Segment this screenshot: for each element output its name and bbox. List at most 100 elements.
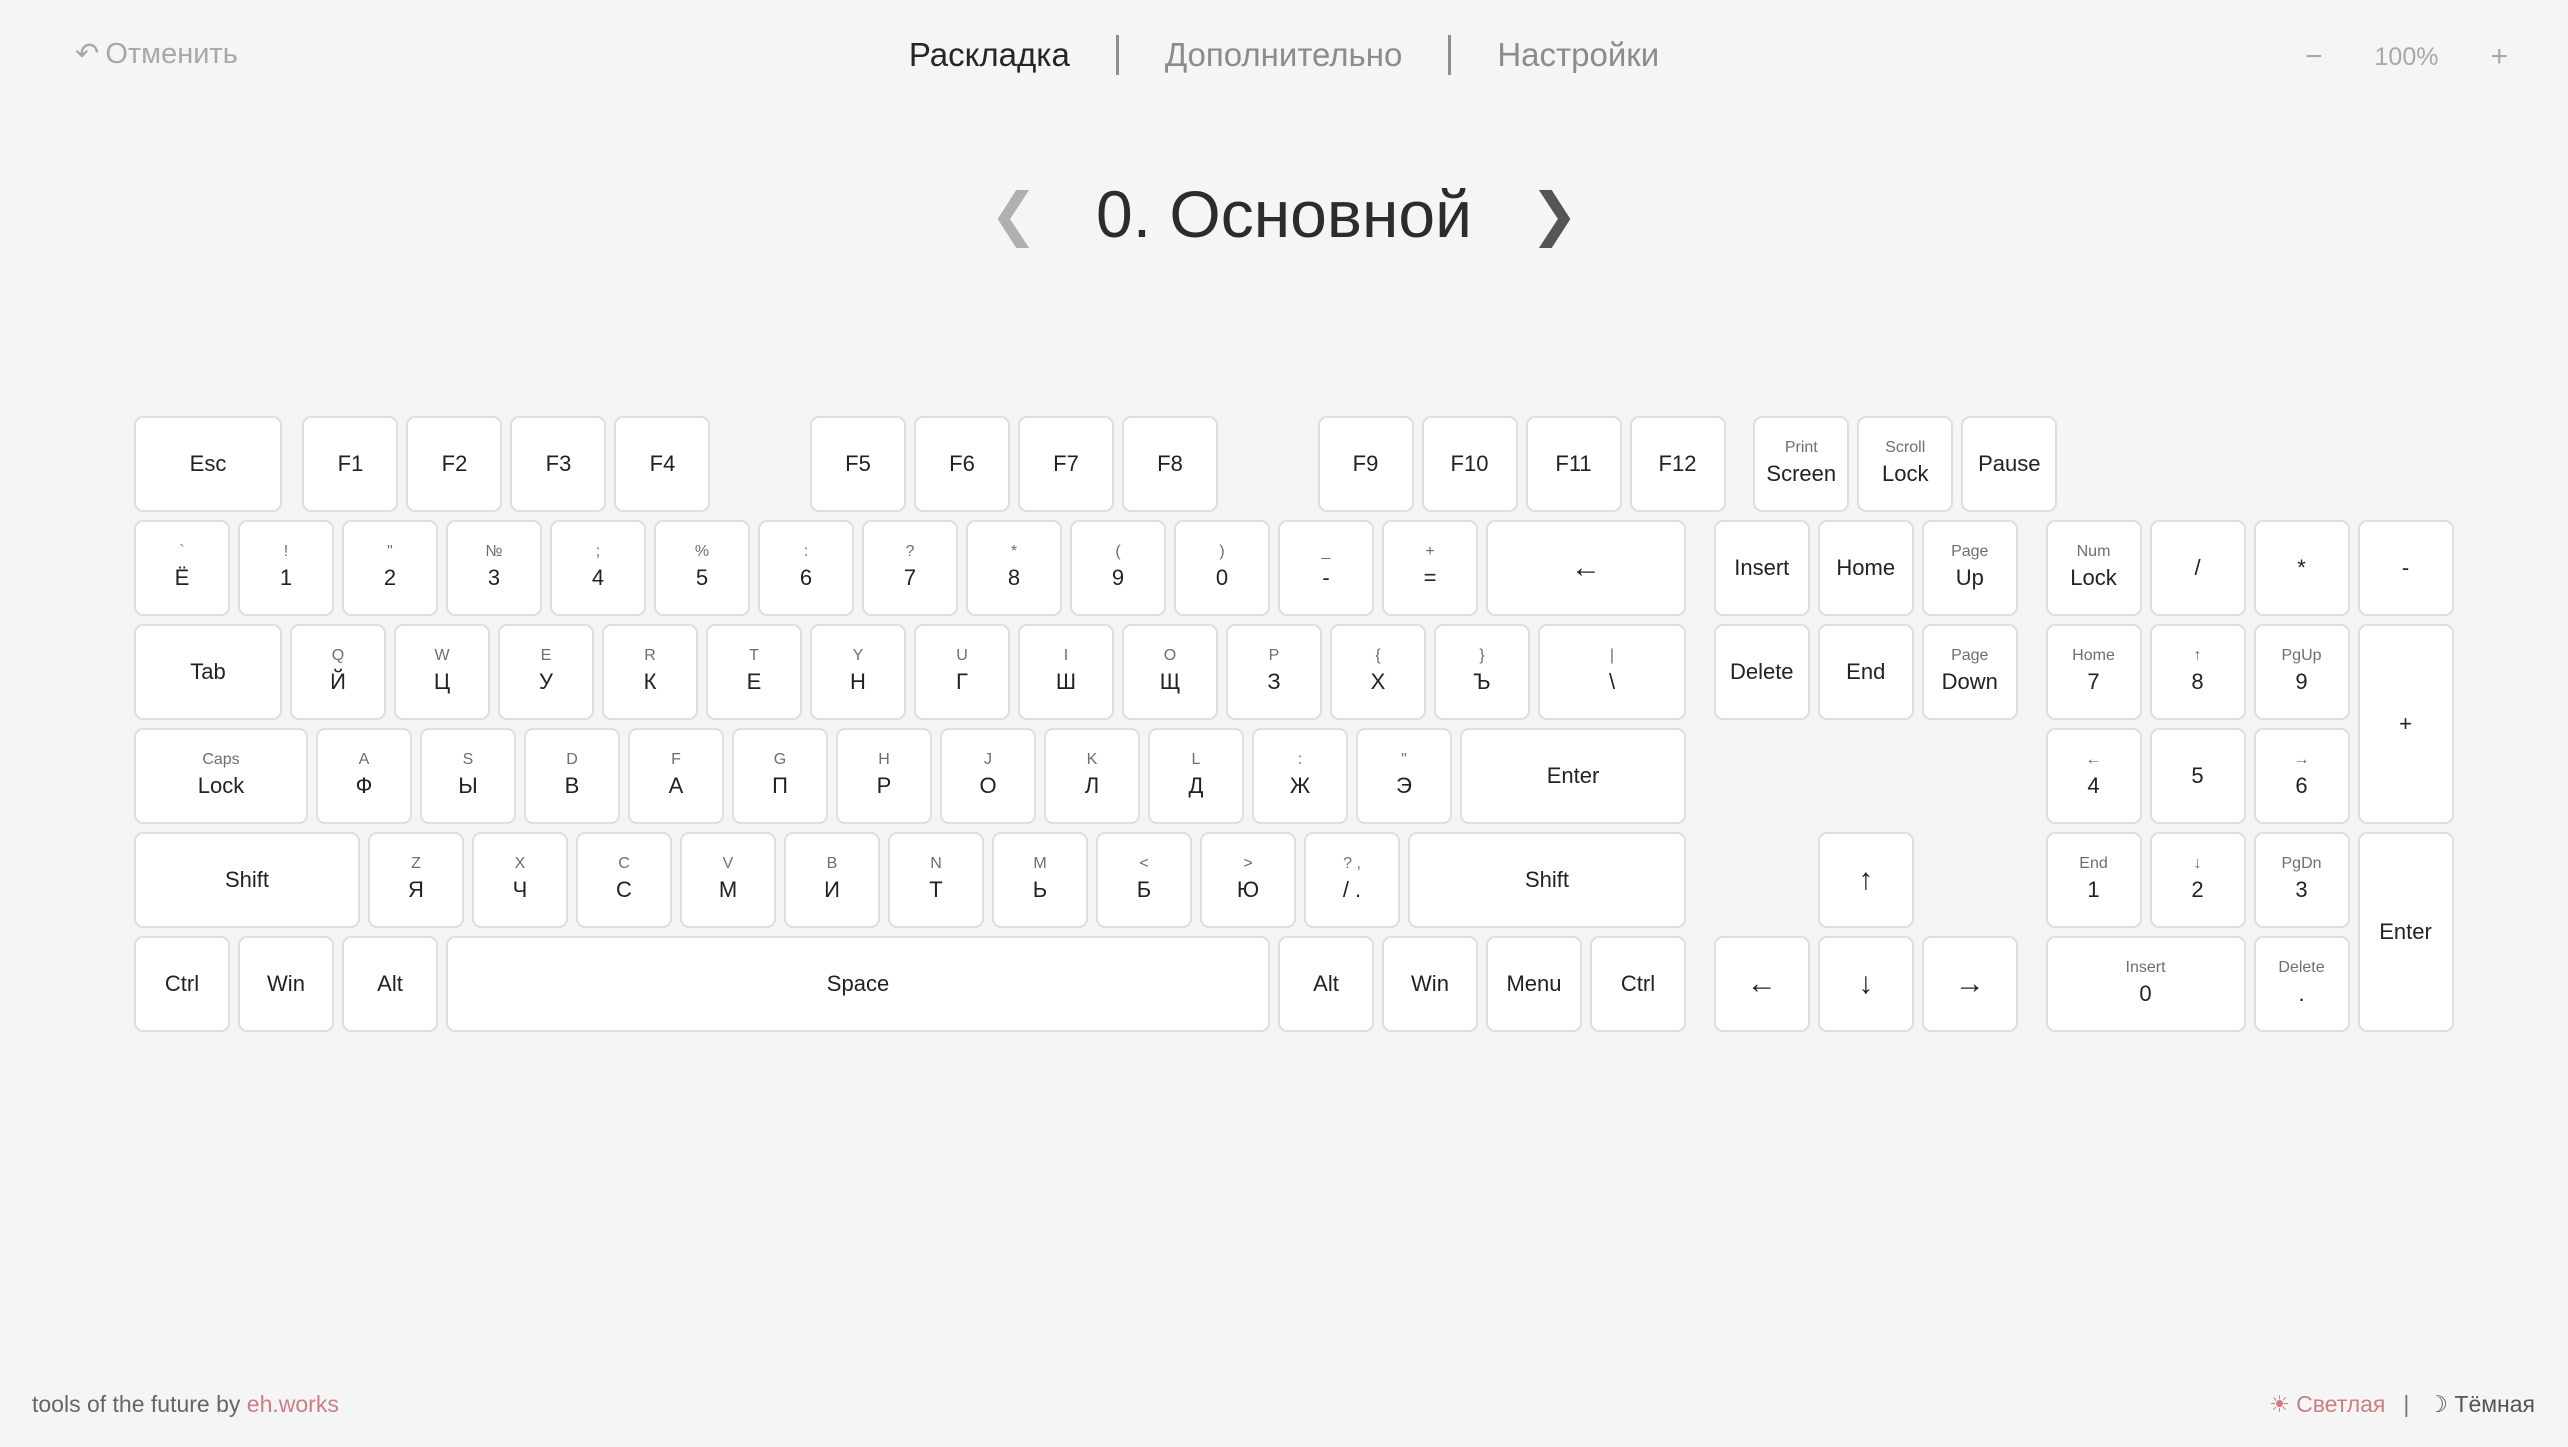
zoom-in-button[interactable]: +: [2490, 40, 2508, 74]
key-rshift[interactable]: Shift: [1408, 832, 1686, 928]
key-k[interactable]: KЛ: [1044, 728, 1140, 824]
key-insert[interactable]: Insert: [1713, 520, 1810, 616]
key-j[interactable]: JО: [940, 728, 1036, 824]
key-z[interactable]: ZЯ: [368, 832, 464, 928]
key-grave[interactable]: ` Ё: [134, 520, 230, 616]
key-x[interactable]: XЧ: [472, 832, 568, 928]
key-lbracket[interactable]: {Х: [1330, 624, 1426, 720]
key-minus[interactable]: _ -: [1278, 520, 1374, 616]
key-f10[interactable]: F10: [1421, 416, 1518, 512]
key-s[interactable]: SЫ: [420, 728, 516, 824]
key-kp8[interactable]: ↑ 8: [2149, 624, 2246, 720]
key-q[interactable]: QЙ: [290, 624, 386, 720]
key-d7[interactable]: ? 7: [862, 520, 958, 616]
key-p[interactable]: PЗ: [1226, 624, 1322, 720]
key-f2[interactable]: F2: [406, 416, 503, 512]
key-capslock[interactable]: Caps Lock: [134, 728, 308, 824]
key-backslash[interactable]: | \: [1538, 624, 1686, 720]
key-d8[interactable]: * 8: [966, 520, 1062, 616]
key-kp9[interactable]: PgUp 9: [2253, 624, 2350, 720]
key-kp6[interactable]: → 6: [2253, 728, 2350, 824]
tab-layout[interactable]: Раскладка: [909, 36, 1070, 74]
key-f6[interactable]: F6: [914, 416, 1010, 512]
key-d2[interactable]: " 2: [342, 520, 438, 616]
key-w[interactable]: WЦ: [394, 624, 490, 720]
key-comma[interactable]: < Б: [1096, 832, 1192, 928]
key-kpminus[interactable]: -: [2357, 520, 2454, 616]
key-d3[interactable]: № 3: [446, 520, 542, 616]
key-down[interactable]: ↓: [1817, 936, 1914, 1032]
key-kp7[interactable]: Home 7: [2045, 624, 2142, 720]
key-d9[interactable]: (9: [1070, 520, 1166, 616]
key-f3[interactable]: F3: [510, 416, 607, 512]
key-home[interactable]: Home: [1817, 520, 1914, 616]
key-kp2[interactable]: ↓ 2: [2149, 832, 2246, 928]
key-ralt[interactable]: Alt: [1278, 936, 1374, 1032]
key-end[interactable]: End: [1817, 624, 1914, 720]
key-up[interactable]: ↑: [1817, 832, 1914, 928]
key-d5[interactable]: % 5: [654, 520, 750, 616]
key-i[interactable]: IШ: [1018, 624, 1114, 720]
tab-advanced[interactable]: Дополнительно: [1165, 36, 1403, 74]
key-semicolon[interactable]: :Ж: [1252, 728, 1348, 824]
key-printscreen[interactable]: Print Screen: [1753, 416, 1850, 512]
key-kp1[interactable]: End 1: [2045, 832, 2142, 928]
key-y[interactable]: YН: [810, 624, 906, 720]
brand-link[interactable]: eh.works: [247, 1391, 339, 1417]
key-slash[interactable]: ? , / .: [1304, 832, 1400, 928]
key-pageup[interactable]: Page Up: [1921, 520, 2018, 616]
key-kp5[interactable]: 5: [2149, 728, 2246, 824]
key-f11[interactable]: F11: [1525, 416, 1622, 512]
key-kpslash[interactable]: /: [2149, 520, 2246, 616]
key-n[interactable]: NТ: [888, 832, 984, 928]
key-g[interactable]: GП: [732, 728, 828, 824]
key-m[interactable]: MЬ: [992, 832, 1088, 928]
key-menu[interactable]: Menu: [1486, 936, 1582, 1032]
key-lwin[interactable]: Win: [238, 936, 334, 1032]
key-space[interactable]: Space: [446, 936, 1270, 1032]
key-equal[interactable]: + =: [1382, 520, 1478, 616]
key-f7[interactable]: F7: [1018, 416, 1114, 512]
theme-dark-button[interactable]: ☽ Тёмная: [2427, 1391, 2535, 1418]
key-backspace[interactable]: ←: [1486, 520, 1686, 616]
key-rbracket[interactable]: } Ъ: [1434, 624, 1530, 720]
key-l[interactable]: LД: [1148, 728, 1244, 824]
key-c[interactable]: CС: [576, 832, 672, 928]
key-h[interactable]: HР: [836, 728, 932, 824]
key-kpplus[interactable]: +: [2357, 624, 2454, 824]
key-kpenter[interactable]: Enter: [2357, 832, 2454, 1032]
key-rwin[interactable]: Win: [1382, 936, 1478, 1032]
key-pause[interactable]: Pause: [1961, 416, 2058, 512]
key-f[interactable]: FА: [628, 728, 724, 824]
key-quote[interactable]: " Э: [1356, 728, 1452, 824]
key-kp3[interactable]: PgDn 3: [2253, 832, 2350, 928]
zoom-out-button[interactable]: −: [2305, 40, 2323, 74]
key-v[interactable]: VМ: [680, 832, 776, 928]
key-u[interactable]: UГ: [914, 624, 1010, 720]
key-f9[interactable]: F9: [1317, 416, 1414, 512]
key-o[interactable]: OЩ: [1122, 624, 1218, 720]
key-f1[interactable]: F1: [302, 416, 399, 512]
key-enter[interactable]: Enter: [1460, 728, 1686, 824]
key-d[interactable]: DВ: [524, 728, 620, 824]
key-delete[interactable]: Delete: [1713, 624, 1810, 720]
key-d6[interactable]: :6: [758, 520, 854, 616]
key-d1[interactable]: ! 1: [238, 520, 334, 616]
key-f4[interactable]: F4: [614, 416, 711, 512]
key-f12[interactable]: F12: [1629, 416, 1726, 512]
key-kp0[interactable]: Insert 0: [2045, 936, 2246, 1032]
theme-light-button[interactable]: ☀ Светлая: [2269, 1391, 2385, 1418]
key-numlock[interactable]: Num Lock: [2045, 520, 2142, 616]
key-kp4[interactable]: ← 4: [2045, 728, 2142, 824]
next-layer-chevron-icon[interactable]: ❯: [1530, 180, 1579, 248]
key-scrolllock[interactable]: Scroll Lock: [1857, 416, 1954, 512]
key-period[interactable]: > Ю: [1200, 832, 1296, 928]
key-lshift[interactable]: Shift: [134, 832, 360, 928]
key-f8[interactable]: F8: [1122, 416, 1218, 512]
key-pagedown[interactable]: Page Down: [1921, 624, 2018, 720]
key-esc[interactable]: Esc: [134, 416, 282, 512]
key-kpstar[interactable]: *: [2253, 520, 2350, 616]
key-tab[interactable]: Tab: [134, 624, 282, 720]
key-left[interactable]: ←: [1713, 936, 1810, 1032]
key-f5[interactable]: F5: [810, 416, 906, 512]
